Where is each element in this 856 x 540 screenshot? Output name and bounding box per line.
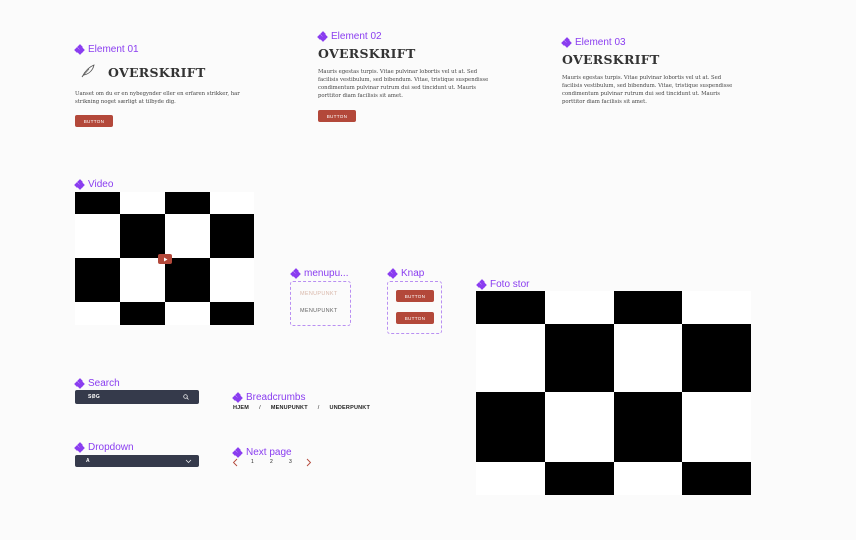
- menupunkt-component: [290, 281, 351, 326]
- page-link[interactable]: 2: [270, 459, 273, 465]
- element02-button[interactable]: BUTTON: [318, 110, 356, 122]
- menu-item[interactable]: MENUPUNKT: [300, 291, 338, 297]
- element03-heading: OVERSKRIFT: [562, 52, 660, 67]
- component-diamond-icon: [232, 447, 243, 458]
- search-input[interactable]: SØG: [75, 390, 199, 404]
- dropdown-label-text: Dropdown: [88, 442, 134, 453]
- component-diamond-icon: [387, 268, 398, 279]
- knap-label-text: Knap: [401, 268, 425, 279]
- knap-component: [387, 281, 442, 334]
- next-page-label-text: Next page: [246, 447, 292, 458]
- menu-item[interactable]: MENUPUNKT: [300, 308, 338, 314]
- page-link[interactable]: 1: [251, 459, 254, 465]
- search-label: Search: [74, 378, 120, 389]
- element01-label-text: Element 01: [88, 44, 139, 55]
- dropdown-label: Dropdown: [74, 442, 134, 453]
- dropdown-value: A: [86, 458, 90, 464]
- dropdown-select[interactable]: A: [75, 455, 199, 467]
- foto-stor-image: [476, 291, 751, 495]
- element01-heading: OVERSKRIFT: [108, 65, 206, 80]
- breadcrumb-separator: /: [317, 405, 320, 411]
- foto-stor-label-text: Foto stor: [490, 279, 530, 290]
- search-placeholder: SØG: [88, 394, 101, 400]
- leaf-icon: [81, 64, 95, 78]
- video-label: Video: [74, 179, 114, 190]
- menupunkt-label: menupu...: [290, 268, 349, 279]
- component-diamond-icon: [74, 378, 85, 389]
- element01-button[interactable]: BUTTON: [75, 115, 113, 127]
- element02-label: Element 02: [317, 31, 382, 42]
- component-diamond-icon: [561, 37, 572, 48]
- breadcrumbs-label: Breadcrumbs: [232, 392, 306, 403]
- component-diamond-icon: [74, 179, 85, 190]
- breadcrumb: HJEM / MENUPUNKT / UNDERPUNKT: [233, 405, 370, 411]
- play-icon: [163, 257, 167, 261]
- element03-label-text: Element 03: [575, 37, 626, 48]
- chevron-left-icon[interactable]: [232, 458, 238, 467]
- element02-heading: OVERSKRIFT: [318, 46, 416, 61]
- element01-label: Element 01: [74, 44, 139, 55]
- element02-label-text: Element 02: [331, 31, 382, 42]
- component-diamond-icon: [317, 31, 328, 42]
- search-icon[interactable]: [183, 394, 189, 400]
- chevron-down-icon: [185, 459, 192, 463]
- play-button[interactable]: [158, 254, 172, 264]
- page-link[interactable]: 3: [289, 459, 292, 465]
- element02-body: Mauris egestas turpis. Vitae pulvinar lo…: [318, 69, 489, 99]
- video-label-text: Video: [88, 179, 114, 190]
- knap-button[interactable]: BUTTON: [396, 290, 434, 302]
- breadcrumb-separator: /: [259, 405, 261, 411]
- element03-body: Mauris egestas turpis. Vitae pulvinar lo…: [562, 75, 733, 105]
- component-diamond-icon: [74, 442, 85, 453]
- element03-label: Element 03: [561, 37, 626, 48]
- knap-label: Knap: [387, 268, 425, 279]
- breadcrumb-item-underpunkt[interactable]: UNDERPUNKT: [330, 405, 371, 411]
- component-diamond-icon: [74, 44, 85, 55]
- breadcrumb-item-menupunkt[interactable]: MENUPUNKT: [271, 405, 308, 411]
- component-diamond-icon: [476, 279, 487, 290]
- knap-button[interactable]: BUTTON: [396, 312, 434, 324]
- component-diamond-icon: [232, 392, 243, 403]
- breadcrumb-item-home[interactable]: HJEM: [233, 405, 249, 411]
- breadcrumbs-label-text: Breadcrumbs: [246, 392, 306, 403]
- foto-stor-label: Foto stor: [476, 279, 530, 290]
- search-label-text: Search: [88, 378, 120, 389]
- chevron-right-icon[interactable]: [306, 458, 312, 467]
- next-page-label: Next page: [232, 447, 292, 458]
- element01-body: Uanset om du er en nybegynder eller en e…: [75, 91, 240, 105]
- component-diamond-icon: [290, 268, 301, 279]
- menupunkt-label-text: menupu...: [304, 268, 349, 279]
